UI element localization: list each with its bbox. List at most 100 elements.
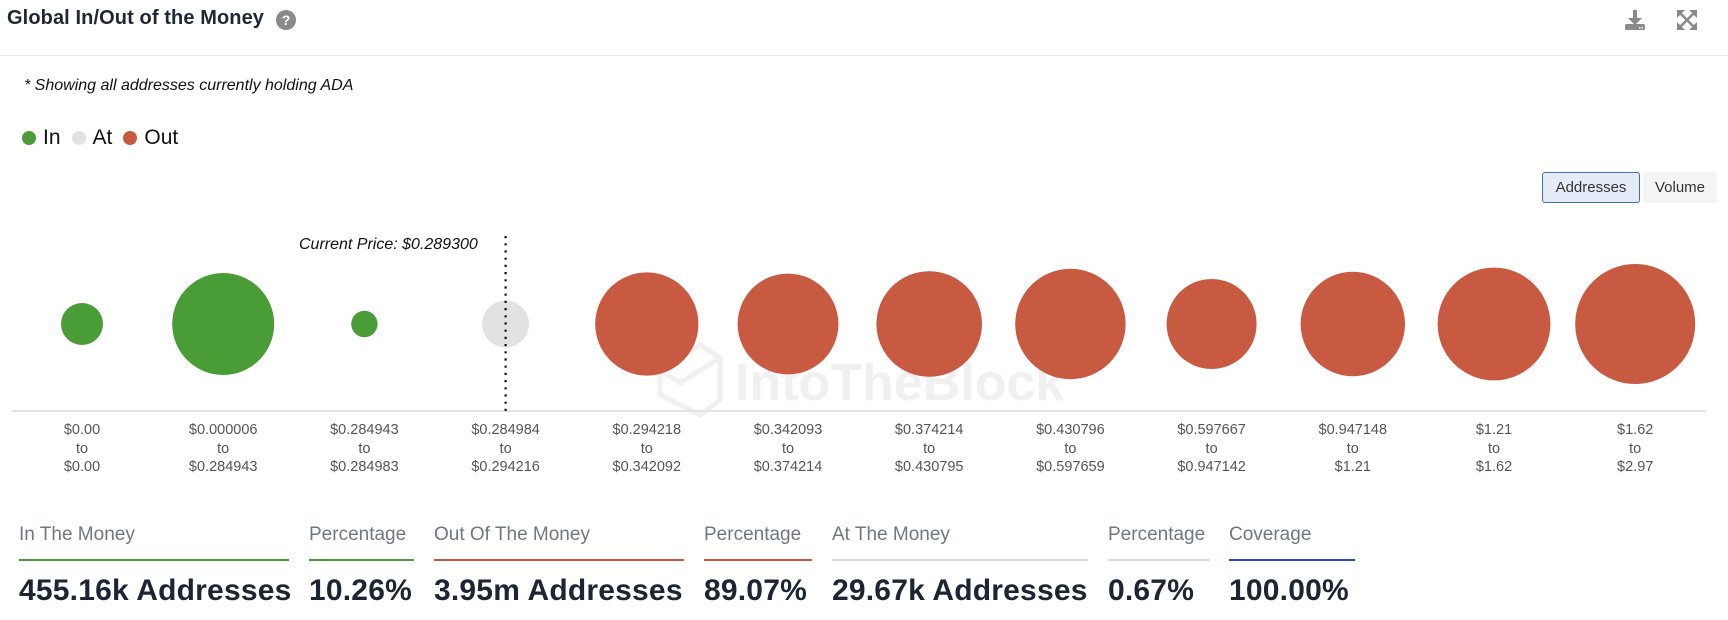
help-icon[interactable]: ? [276,10,296,30]
x-tick-label: $0.284943 to $0.284983 [294,421,434,477]
stat-at-percentage: Percentage 0.67% [1108,524,1210,608]
bubble-out[interactable] [1437,267,1551,381]
range-from: $0.342093 [753,422,823,438]
stat-label: In The Money [19,524,135,545]
legend-item-in[interactable]: In [22,126,61,150]
current-price-label: Current Price: $0.289300 [299,236,478,253]
stat-in-percentage: Percentage 10.26% [309,524,414,608]
bubble-in[interactable] [351,310,378,338]
range-from: $0.597667 [1177,422,1246,438]
stat-label: Percentage [309,524,407,545]
range-from: $0.284943 [330,422,399,438]
range-to: $0.342092 [612,459,682,475]
legend-label-in: In [43,126,61,149]
legend-dot-out [123,131,138,145]
x-tick-label: $0.947148 to $1.21 [1283,421,1423,477]
expand-icon[interactable] [1675,8,1699,32]
range-connector: to [1064,440,1077,457]
range-connector: to [499,440,512,457]
legend-dot-at [71,131,86,145]
bubble-out[interactable] [1300,271,1406,377]
stat-out-percentage: Percentage 89.07% [704,524,812,608]
x-tick-label: $0.00 to $0.00 [12,421,152,477]
stat-value: 29.67k Addresses [832,574,1088,607]
x-tick-label: $0.374214 to $0.430795 [859,421,999,477]
stat-at-the-money: At The Money 29.67k Addresses [832,524,1088,608]
stat-coverage: Coverage 100.00% [1229,524,1355,608]
stat-out-of-the-money: Out Of The Money 3.95m Addresses [434,524,684,608]
range-to: $0.597659 [1036,459,1105,475]
bubble-out[interactable] [1015,268,1126,380]
stat-underline [704,559,812,561]
stat-value: 10.26% [309,574,412,607]
range-connector: to [1205,440,1218,457]
x-tick-label: $1.62 to $2.97 [1565,421,1705,477]
range-from: $0.284984 [471,422,540,438]
legend-item-out[interactable]: Out [123,126,178,150]
stat-value: 0.67% [1108,574,1195,607]
stat-label: Coverage [1229,524,1312,545]
range-from: $0.374214 [894,422,964,438]
stat-label: At The Money [832,524,950,545]
bubble-out[interactable] [595,272,699,376]
download-icon[interactable] [1623,8,1647,32]
range-connector: to [75,440,89,457]
bubble-out[interactable] [737,273,839,375]
range-to: $0.284943 [188,459,258,475]
x-tick-label: $0.294218 to $0.342092 [577,421,717,477]
stat-underline [434,559,684,561]
stat-underline [19,559,289,561]
stat-value: 455.16k Addresses [19,574,292,607]
range-connector: to [1346,440,1359,457]
widget-title: Global In/Out of the Money [7,7,265,29]
range-to: $1.21 [1334,459,1371,475]
stat-underline [1108,559,1210,561]
bubble-in[interactable] [61,303,103,345]
range-to: $2.97 [1617,459,1654,475]
range-connector: to [781,440,795,457]
range-to: $0.947142 [1177,459,1246,475]
widget-header: Global In/Out of the Money ? [0,0,1728,56]
bubble-out[interactable] [876,271,982,377]
x-tick-label: $0.597667 to $0.947142 [1142,421,1282,477]
range-from: $0.000006 [188,422,258,438]
stat-underline [832,559,1088,561]
bubble-in[interactable] [172,273,275,375]
range-to: $0.294216 [471,459,540,475]
range-to: $1.62 [1475,459,1513,475]
stat-in-the-money: In The Money 455.16k Addresses [19,524,291,608]
legend-label-at: At [92,126,113,149]
bubble-out[interactable] [1575,264,1696,384]
stat-value: 100.00% [1229,574,1349,607]
range-connector: to [923,440,936,457]
x-tick-label: $0.284984 to $0.294216 [436,421,576,477]
addresses-toggle-button[interactable]: Addresses [1542,172,1640,203]
stat-value: 89.07% [704,574,807,607]
stat-label: Percentage [1108,524,1206,545]
volume-toggle-button[interactable]: Volume [1643,172,1717,203]
range-from: $0.294218 [612,422,682,438]
holding-note: * Showing all addresses currently holdin… [24,77,354,94]
legend-dot-in [22,131,36,145]
stat-value: 3.95m Addresses [434,574,683,607]
legend-label-out: Out [144,126,179,149]
stat-label: Out Of The Money [434,524,590,545]
range-connector: to [640,440,653,457]
range-to: $0.430795 [894,459,964,475]
range-from: $1.21 [1475,422,1513,438]
range-to: $0.284983 [330,459,399,475]
range-connector: to [1629,440,1642,457]
stat-underline [1229,559,1355,561]
stat-label: Percentage [704,524,802,545]
bubble-out[interactable] [1166,279,1257,369]
range-connector: to [217,440,230,457]
x-tick-label: $0.342093 to $0.374214 [718,421,858,477]
bubble-chart: IntoTheBlock [12,236,1706,418]
legend-item-at[interactable]: At [71,126,113,150]
range-from: $0.00 [63,422,101,438]
range-to: $0.00 [63,459,101,475]
range-from: $1.62 [1617,422,1654,438]
x-tick-label: $1.21 to $1.62 [1424,421,1564,477]
watermark: IntoTheBlock [655,342,1064,418]
range-connector: to [358,440,371,457]
